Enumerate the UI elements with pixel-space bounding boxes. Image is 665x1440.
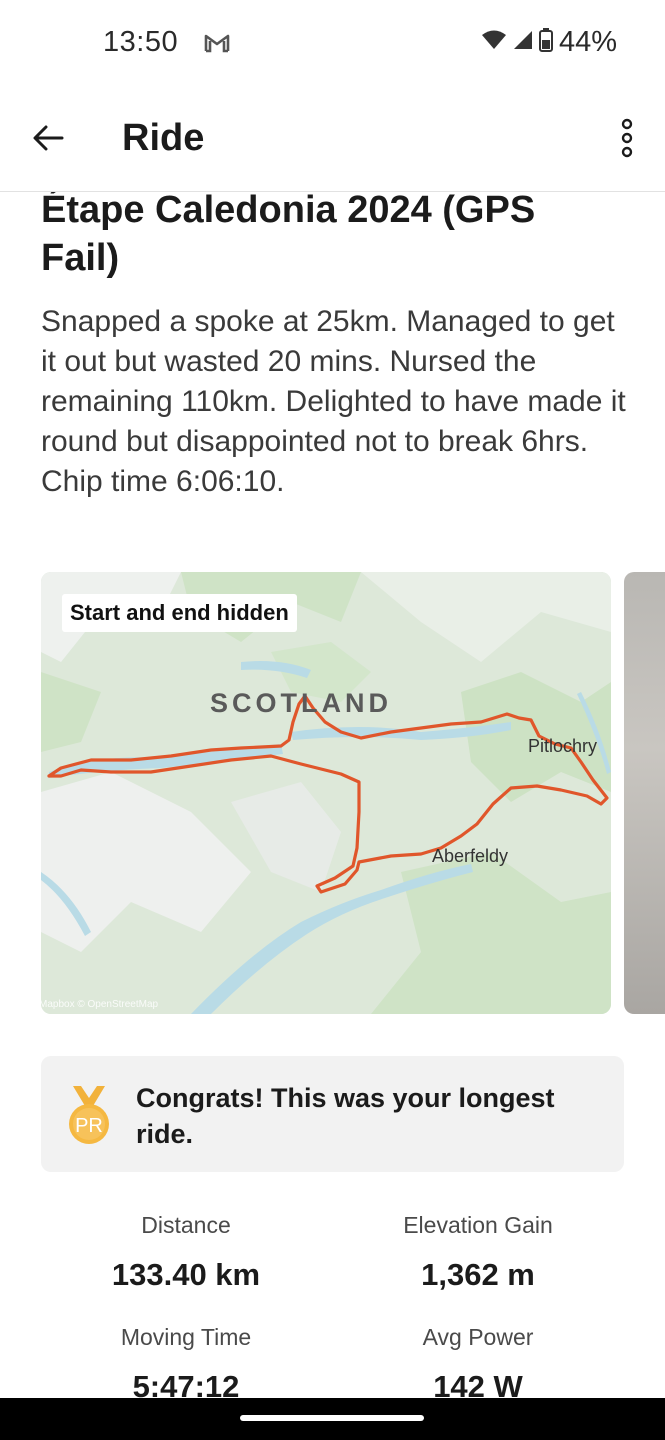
activity-content[interactable]: Étape Caledonia 2024 (GPS Fail) Snapped … <box>0 192 665 1398</box>
map-attribution: Mapbox © OpenStreetMap <box>41 999 159 1010</box>
map-town-label: Aberfeldy <box>432 846 509 866</box>
stat-value: 142 W <box>433 1369 523 1398</box>
status-bar: 13:50 44% <box>0 0 665 88</box>
map-privacy-badge: Start and end hidden <box>62 594 297 632</box>
stat-label: Avg Power <box>422 1324 534 1350</box>
stat-distance: Distance 133.40 km <box>36 1212 336 1293</box>
achievement-text: Congrats! This was your longest ride. <box>136 1083 555 1149</box>
status-time: 13:50 <box>103 26 179 58</box>
stat-value: 5:47:12 <box>132 1369 240 1398</box>
status-icons: 44% <box>481 26 617 59</box>
system-nav-bar <box>0 1398 665 1440</box>
route-map[interactable]: Start and end hidden SCOTLAND Pitlochry … <box>41 572 611 1014</box>
home-gesture-handle[interactable] <box>240 1415 424 1421</box>
medal-text: PR <box>75 1115 103 1137</box>
battery-icon <box>538 28 553 57</box>
page-title: Ride <box>122 117 205 159</box>
stat-moving-time: Moving Time 5:47:12 <box>36 1324 336 1398</box>
activity-title: Étape Caledonia 2024 (GPS Fail) <box>41 192 536 279</box>
stat-label: Distance <box>141 1212 231 1238</box>
app-bar: Ride <box>0 88 665 192</box>
pr-medal-icon: PR <box>67 1084 111 1146</box>
photo-thumbnail[interactable] <box>624 572 665 1014</box>
stat-label: Elevation Gain <box>403 1212 553 1238</box>
wifi-icon <box>481 29 507 56</box>
activity-description: Snapped a spoke at 25km. Managed to get … <box>41 305 626 498</box>
battery-percent: 44% <box>558 26 617 58</box>
achievement-banner: PR Congrats! This was your longest ride. <box>41 1056 624 1172</box>
stat-avg-power: Avg Power 142 W <box>328 1324 628 1398</box>
arrow-left-icon <box>33 125 64 151</box>
stat-label: Moving Time <box>120 1324 252 1350</box>
stat-value: 133.40 km <box>111 1257 261 1292</box>
stat-value: 1,362 m <box>421 1257 535 1292</box>
gmail-icon <box>204 33 230 53</box>
back-button[interactable] <box>28 118 68 158</box>
map-canvas <box>41 572 611 1014</box>
more-options-button[interactable] <box>611 114 643 162</box>
more-vertical-icon <box>621 118 633 158</box>
map-town-label: Pitlochry <box>528 736 598 756</box>
signal-icon <box>513 29 533 56</box>
map-region-label: SCOTLAND <box>210 688 392 718</box>
stat-elevation-gain: Elevation Gain 1,362 m <box>328 1212 628 1293</box>
